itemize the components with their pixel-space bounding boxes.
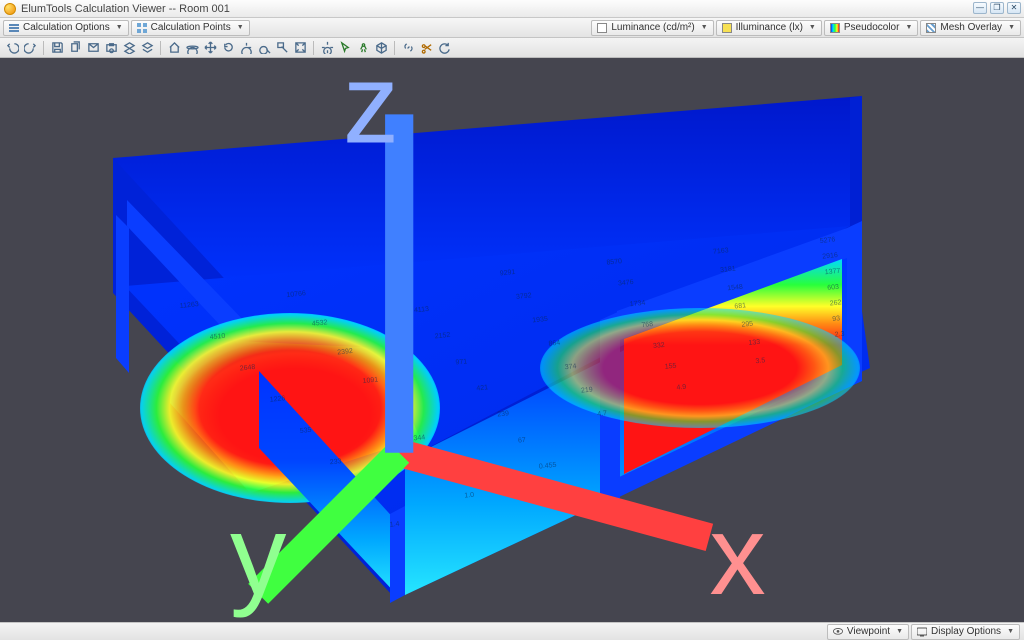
pan-icon <box>204 41 217 54</box>
scissors-button[interactable] <box>418 40 434 56</box>
menu-label: Calculation Options <box>23 22 110 33</box>
chevron-down-icon: ▼ <box>1008 24 1015 31</box>
mode-label: Illuminance (lx) <box>736 22 803 33</box>
mode-label: Luminance (cd/m²) <box>611 22 694 33</box>
display-options-menu[interactable]: Display Options ▼ <box>911 624 1020 640</box>
mesh-overlay-swatch-icon <box>926 23 936 33</box>
status-label: Viewpoint <box>847 626 890 637</box>
save-view-icon <box>87 41 100 54</box>
layer-down-icon <box>141 41 154 54</box>
zoom-icon <box>258 41 271 54</box>
luminance-mode-button[interactable]: Luminance (cd/m²) ▼ <box>591 20 713 36</box>
layer-up-button[interactable] <box>121 40 137 56</box>
chevron-down-icon: ▼ <box>896 628 903 635</box>
window-title: ElumTools Calculation Viewer -- Room 001 <box>21 3 230 15</box>
iso-icon <box>375 41 388 54</box>
chevron-down-icon: ▼ <box>237 24 244 31</box>
title-bar: ElumTools Calculation Viewer -- Room 001… <box>0 0 1024 18</box>
zoom-extents-icon <box>294 41 307 54</box>
undo-button[interactable] <box>4 40 20 56</box>
maximize-button[interactable]: ❐ <box>990 2 1004 14</box>
status-label: Display Options <box>931 626 1001 637</box>
pseudocolor-swatch-icon <box>830 23 840 33</box>
axis-gizmo: x y z <box>0 58 1024 622</box>
link-icon <box>402 41 415 54</box>
zoom-button[interactable] <box>256 40 272 56</box>
chevron-down-icon: ▼ <box>701 24 708 31</box>
layer-down-button[interactable] <box>139 40 155 56</box>
redo-icon <box>24 41 37 54</box>
orbit-icon <box>186 41 199 54</box>
viewport-3d[interactable]: 1126310766102599291857071635276451045324… <box>0 58 1024 622</box>
menu-bar: Calculation Options ▼ Calculation Points… <box>0 18 1024 38</box>
link-button[interactable] <box>400 40 416 56</box>
copy-button[interactable] <box>67 40 83 56</box>
toolbar <box>0 38 1024 58</box>
undo-icon <box>6 41 19 54</box>
target-button[interactable] <box>319 40 335 56</box>
calc-options-icon <box>9 23 19 33</box>
calc-points-icon <box>137 23 147 33</box>
roll-icon <box>240 41 253 54</box>
select-button[interactable] <box>337 40 353 56</box>
mesh-overlay-mode-button[interactable]: Mesh Overlay ▼ <box>920 20 1021 36</box>
home-icon <box>168 41 181 54</box>
chevron-down-icon: ▼ <box>809 24 816 31</box>
viewpoint-menu[interactable]: Viewpoint ▼ <box>827 624 909 640</box>
menu-label: Calculation Points <box>151 22 231 33</box>
select-icon <box>339 41 352 54</box>
mode-label: Pseudocolor <box>844 22 900 33</box>
chevron-down-icon: ▼ <box>1007 628 1014 635</box>
zoom-window-button[interactable] <box>274 40 290 56</box>
zoom-extents-button[interactable] <box>292 40 308 56</box>
app-icon <box>4 3 16 15</box>
status-bar: Viewpoint ▼ Display Options ▼ <box>0 622 1024 640</box>
save-view-button[interactable] <box>85 40 101 56</box>
orbit-button[interactable] <box>184 40 200 56</box>
home-button[interactable] <box>166 40 182 56</box>
save-icon <box>51 41 64 54</box>
svg-text:x: x <box>709 492 765 618</box>
refresh-icon <box>438 41 451 54</box>
window-controls: — ❐ ✕ <box>973 2 1021 14</box>
snapshot-button[interactable] <box>103 40 119 56</box>
copy-icon <box>69 41 82 54</box>
svg-text:z: z <box>343 58 399 167</box>
redo-button[interactable] <box>22 40 38 56</box>
eye-icon <box>833 627 843 637</box>
pseudocolor-mode-button[interactable]: Pseudocolor ▼ <box>824 20 919 36</box>
chevron-down-icon: ▼ <box>116 24 123 31</box>
luminance-swatch-icon <box>597 23 607 33</box>
display-icon <box>917 627 927 637</box>
calculation-options-menu[interactable]: Calculation Options ▼ <box>3 20 129 36</box>
calculation-points-menu[interactable]: Calculation Points ▼ <box>131 20 250 36</box>
close-button[interactable]: ✕ <box>1007 2 1021 14</box>
pan-button[interactable] <box>202 40 218 56</box>
save-button[interactable] <box>49 40 65 56</box>
svg-text:y: y <box>230 492 287 618</box>
snapshot-icon <box>105 41 118 54</box>
illuminance-mode-button[interactable]: Illuminance (lx) ▼ <box>716 20 822 36</box>
target-icon <box>321 41 334 54</box>
refresh-button[interactable] <box>436 40 452 56</box>
rotate-button[interactable] <box>220 40 236 56</box>
walk-button[interactable] <box>355 40 371 56</box>
scissors-icon <box>420 41 433 54</box>
minimize-button[interactable]: — <box>973 2 987 14</box>
walk-icon <box>357 41 370 54</box>
mode-label: Mesh Overlay <box>940 22 1002 33</box>
zoom-window-icon <box>276 41 289 54</box>
illuminance-swatch-icon <box>722 23 732 33</box>
rotate-icon <box>222 41 235 54</box>
roll-button[interactable] <box>238 40 254 56</box>
chevron-down-icon: ▼ <box>905 24 912 31</box>
iso-button[interactable] <box>373 40 389 56</box>
layer-up-icon <box>123 41 136 54</box>
